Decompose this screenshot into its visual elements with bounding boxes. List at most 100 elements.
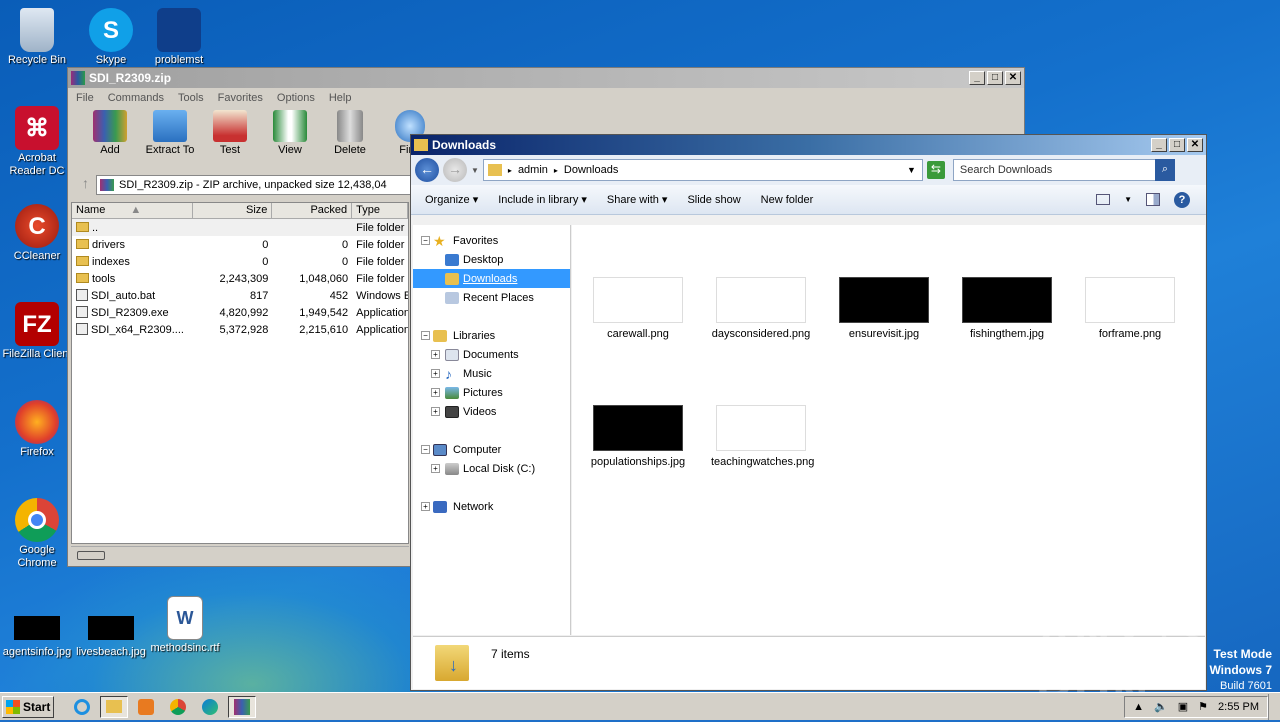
desktop-icon-filezilla[interactable]: FZ FileZilla Client: [0, 302, 74, 361]
delete-button[interactable]: Delete: [322, 108, 378, 162]
column-header-size[interactable]: Size: [193, 203, 273, 218]
desktop-icon-livesbeach[interactable]: livesbeach.jpg: [74, 616, 148, 659]
minimize-button[interactable]: _: [969, 71, 985, 85]
desktop-icon-recycle-bin[interactable]: Recycle Bin: [0, 8, 74, 67]
search-input[interactable]: Search Downloads ⌕: [952, 159, 1175, 181]
column-header-name[interactable]: Name ▲: [72, 203, 193, 218]
change-view-icon[interactable]: [1096, 194, 1111, 205]
search-icon[interactable]: ⌕: [1154, 159, 1175, 181]
file-item[interactable]: ensurevisit.jpg: [834, 277, 934, 341]
desktop-icon-problemst[interactable]: problemst: [142, 8, 216, 67]
collapse-icon[interactable]: −: [421, 445, 430, 454]
nav-computer[interactable]: − Computer: [413, 440, 570, 459]
back-button[interactable]: ←: [415, 158, 439, 182]
table-row[interactable]: indexes 0 0 File folder: [72, 253, 408, 270]
taskbar-chrome[interactable]: [164, 696, 192, 718]
nav-local-disk[interactable]: + Local Disk (C:): [413, 459, 570, 478]
up-arrow-icon[interactable]: ↑: [82, 175, 89, 191]
file-item[interactable]: fishingthem.jpg: [957, 277, 1057, 341]
add-button[interactable]: Add: [82, 108, 138, 162]
nav-recent-places[interactable]: Recent Places: [413, 288, 570, 307]
recent-pages-chevron-icon[interactable]: ▼: [471, 166, 479, 175]
include-in-library-button[interactable]: Include in library ▾: [498, 193, 587, 206]
table-row[interactable]: SDI_R2309.exe 4,820,992 1,949,542 Applicat…: [72, 304, 408, 321]
expand-icon[interactable]: +: [421, 502, 430, 511]
column-header-type[interactable]: Type: [352, 203, 408, 218]
nav-network[interactable]: + Network: [413, 497, 570, 516]
start-button[interactable]: Start: [2, 695, 54, 718]
menu-file[interactable]: File: [76, 92, 94, 104]
expand-icon[interactable]: +: [431, 350, 440, 359]
file-item[interactable]: carewall.png: [588, 277, 688, 341]
clock[interactable]: 2:55 PM: [1218, 701, 1259, 713]
desktop-icon-firefox[interactable]: Firefox: [0, 400, 74, 459]
slide-show-button[interactable]: Slide show: [687, 194, 740, 206]
maximize-button[interactable]: □: [987, 71, 1003, 85]
explorer-titlebar[interactable]: Downloads _ □ ✕: [411, 135, 1206, 155]
close-button[interactable]: ✕: [1005, 71, 1021, 85]
show-hidden-icons-chevron-icon[interactable]: ▲: [1133, 701, 1144, 713]
organize-button[interactable]: Organize ▾: [425, 193, 478, 206]
close-button[interactable]: ✕: [1187, 138, 1203, 152]
network-status-icon[interactable]: ▣: [1178, 700, 1188, 713]
menu-tools[interactable]: Tools: [178, 92, 204, 104]
breadcrumb-downloads[interactable]: Downloads: [564, 164, 618, 176]
archive-file-list[interactable]: Name ▲ Size Packed Type .. File folder d…: [71, 202, 409, 544]
taskbar-media-player[interactable]: [132, 696, 160, 718]
winrar-titlebar[interactable]: SDI_R2309.zip _ □ ✕: [68, 68, 1024, 88]
address-bar[interactable]: ▸ admin ▸ Downloads ▼: [482, 159, 923, 181]
file-item[interactable]: forframe.png: [1080, 277, 1180, 341]
nav-desktop[interactable]: Desktop: [413, 250, 570, 269]
table-row[interactable]: SDI_auto.bat 817 452 Windows E: [72, 287, 408, 304]
maximize-button[interactable]: □: [1169, 138, 1185, 152]
desktop-icon-acrobat[interactable]: ⌘ Acrobat Reader DC: [0, 106, 74, 178]
breadcrumb-admin[interactable]: admin: [518, 164, 548, 176]
extract-to-button[interactable]: Extract To: [142, 108, 198, 162]
menu-help[interactable]: Help: [329, 92, 352, 104]
desktop-icon-skype[interactable]: S Skype: [74, 8, 148, 67]
taskbar-ie[interactable]: [68, 696, 96, 718]
file-item[interactable]: daysconsidered.png: [711, 277, 811, 341]
menu-favorites[interactable]: Favorites: [218, 92, 263, 104]
taskbar-explorer[interactable]: [100, 695, 128, 718]
expand-icon[interactable]: +: [431, 464, 440, 473]
desktop-icon-ccleaner[interactable]: C CCleaner: [0, 204, 74, 263]
nav-videos[interactable]: + Videos: [413, 402, 570, 421]
file-view[interactable]: carewall.png daysconsidered.png ensurevi…: [572, 225, 1205, 635]
expand-icon[interactable]: +: [431, 369, 440, 378]
preview-pane-icon[interactable]: [1146, 193, 1160, 206]
archive-path-field[interactable]: SDI_R2309.zip - ZIP archive, unpacked si…: [96, 175, 412, 195]
collapse-icon[interactable]: −: [421, 236, 430, 245]
volume-icon[interactable]: 🔈: [1154, 700, 1168, 713]
nav-documents[interactable]: + Documents: [413, 345, 570, 364]
menu-commands[interactable]: Commands: [108, 92, 164, 104]
file-item[interactable]: teachingwatches.png: [711, 405, 814, 469]
action-center-flag-icon[interactable]: ⚑: [1198, 700, 1208, 713]
minimize-button[interactable]: _: [1151, 138, 1167, 152]
view-options-chevron-icon[interactable]: ▼: [1124, 195, 1132, 204]
nav-downloads[interactable]: Downloads: [413, 269, 570, 288]
test-button[interactable]: Test: [202, 108, 258, 162]
share-with-button[interactable]: Share with ▾: [607, 193, 668, 206]
desktop-icon-chrome[interactable]: Google Chrome: [0, 498, 74, 570]
nav-music[interactable]: + ♪ Music: [413, 364, 570, 383]
table-row[interactable]: drivers 0 0 File folder: [72, 236, 408, 253]
table-row[interactable]: tools 2,243,309 1,048,060 File folder: [72, 270, 408, 287]
nav-pictures[interactable]: + Pictures: [413, 383, 570, 402]
refresh-icon[interactable]: ⇆: [926, 161, 945, 179]
forward-button[interactable]: →: [443, 158, 467, 182]
desktop-icon-agentsinfo[interactable]: agentsinfo.jpg: [0, 616, 74, 659]
taskbar-winrar[interactable]: [228, 695, 256, 718]
help-icon[interactable]: ?: [1174, 191, 1190, 208]
collapse-icon[interactable]: −: [421, 331, 430, 340]
menu-options[interactable]: Options: [277, 92, 315, 104]
nav-libraries[interactable]: − Libraries: [413, 326, 570, 345]
show-desktop-button[interactable]: [1268, 693, 1280, 720]
desktop-icon-methodsinc[interactable]: W methodsinc.rtf: [148, 596, 222, 655]
table-row[interactable]: .. File folder: [72, 219, 408, 236]
dropdown-icon[interactable]: ▼: [907, 165, 916, 175]
nav-favorites[interactable]: − ★ Favorites: [413, 231, 570, 250]
expand-icon[interactable]: +: [431, 388, 440, 397]
column-header-packed[interactable]: Packed: [272, 203, 353, 218]
file-item[interactable]: populationships.jpg: [588, 405, 688, 469]
